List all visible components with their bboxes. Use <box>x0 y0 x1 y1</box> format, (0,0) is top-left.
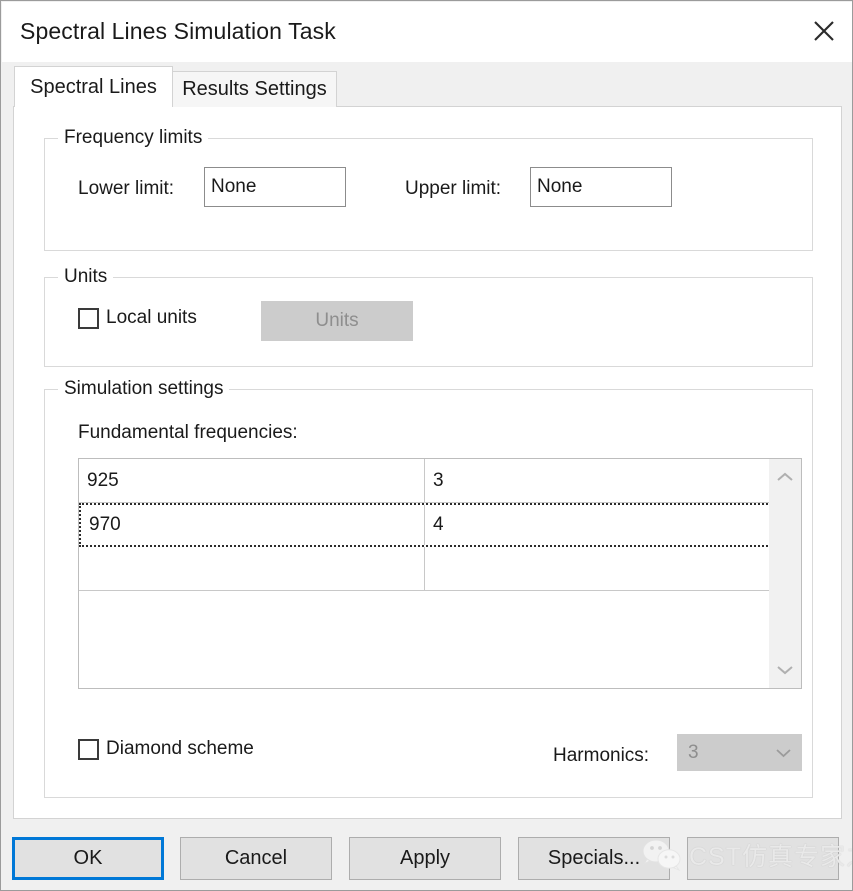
title-bar: Spectral Lines Simulation Task <box>2 2 853 62</box>
units-title: Units <box>58 266 113 288</box>
lower-limit-input[interactable] <box>204 167 346 207</box>
scroll-up-button[interactable] <box>769 461 801 493</box>
cell-order: 3 <box>425 459 771 502</box>
apply-button[interactable]: Apply <box>349 837 501 880</box>
lower-limit-label: Lower limit: <box>78 178 174 200</box>
tab-results-settings[interactable]: Results Settings <box>172 71 337 107</box>
chevron-up-icon <box>776 471 794 483</box>
units-button[interactable]: Units <box>261 301 413 341</box>
harmonics-value: 3 <box>678 742 765 764</box>
chevron-down-icon <box>776 664 794 676</box>
cancel-button-label: Cancel <box>225 847 287 870</box>
tab-spectral-lines[interactable]: Spectral Lines <box>14 66 173 107</box>
tab-results-settings-label: Results Settings <box>182 78 327 101</box>
spectral-lines-dialog: Spectral Lines Simulation Task Spectral … <box>0 0 853 891</box>
table-row[interactable] <box>79 547 771 591</box>
units-button-label: Units <box>315 310 358 332</box>
apply-button-label: Apply <box>400 847 450 870</box>
ok-button-label: OK <box>74 847 103 870</box>
diamond-scheme-checkbox-box <box>78 739 99 760</box>
close-button[interactable] <box>795 2 853 60</box>
window-title: Spectral Lines Simulation Task <box>20 18 336 45</box>
harmonics-dropdown[interactable]: 3 <box>677 734 802 771</box>
tab-spectral-lines-label: Spectral Lines <box>30 76 157 99</box>
cell-frequency: 925 <box>79 459 425 502</box>
ok-button[interactable]: OK <box>12 837 164 880</box>
dialog-footer: OK Cancel Apply Specials... <box>2 827 853 891</box>
scroll-down-button[interactable] <box>769 654 801 686</box>
frequency-limits-group: Frequency limits Lower limit: Upper limi… <box>44 138 813 251</box>
upper-limit-label: Upper limit: <box>405 178 501 200</box>
fundamental-frequencies-label: Fundamental frequencies: <box>78 422 298 444</box>
close-icon <box>811 18 837 44</box>
cancel-button[interactable]: Cancel <box>180 837 332 880</box>
simulation-settings-title: Simulation settings <box>58 378 229 400</box>
table-row[interactable]: 970 4 <box>79 503 771 547</box>
cell-order: 4 <box>425 505 769 545</box>
local-units-label: Local units <box>106 307 197 329</box>
upper-limit-input[interactable] <box>530 167 672 207</box>
cell-frequency <box>79 547 425 590</box>
local-units-checkbox-box <box>78 308 99 329</box>
diamond-scheme-checkbox[interactable]: Diamond scheme <box>78 738 254 760</box>
frequency-limits-title: Frequency limits <box>58 127 208 149</box>
chevron-down-icon <box>775 747 792 758</box>
diamond-scheme-label: Diamond scheme <box>106 738 254 760</box>
footer-button-5[interactable] <box>687 837 839 880</box>
table-body: 925 3 970 4 <box>79 459 771 688</box>
table-row[interactable]: 925 3 <box>79 459 771 503</box>
local-units-checkbox[interactable]: Local units <box>78 307 197 329</box>
harmonics-label: Harmonics: <box>553 745 649 767</box>
fundamental-frequencies-table[interactable]: 925 3 970 4 <box>78 458 802 689</box>
tab-strip: Spectral Lines Results Settings <box>2 62 853 107</box>
simulation-settings-group: Simulation settings Fundamental frequenc… <box>44 389 813 798</box>
harmonics-arrow <box>765 747 801 758</box>
cell-frequency: 970 <box>81 505 425 545</box>
units-group: Units Local units Units <box>44 277 813 367</box>
specials-button-label: Specials... <box>548 847 640 870</box>
specials-button[interactable]: Specials... <box>518 837 670 880</box>
table-scrollbar[interactable] <box>769 459 801 688</box>
cell-order <box>425 547 771 590</box>
tab-page-spectral-lines: Frequency limits Lower limit: Upper limi… <box>13 106 842 819</box>
